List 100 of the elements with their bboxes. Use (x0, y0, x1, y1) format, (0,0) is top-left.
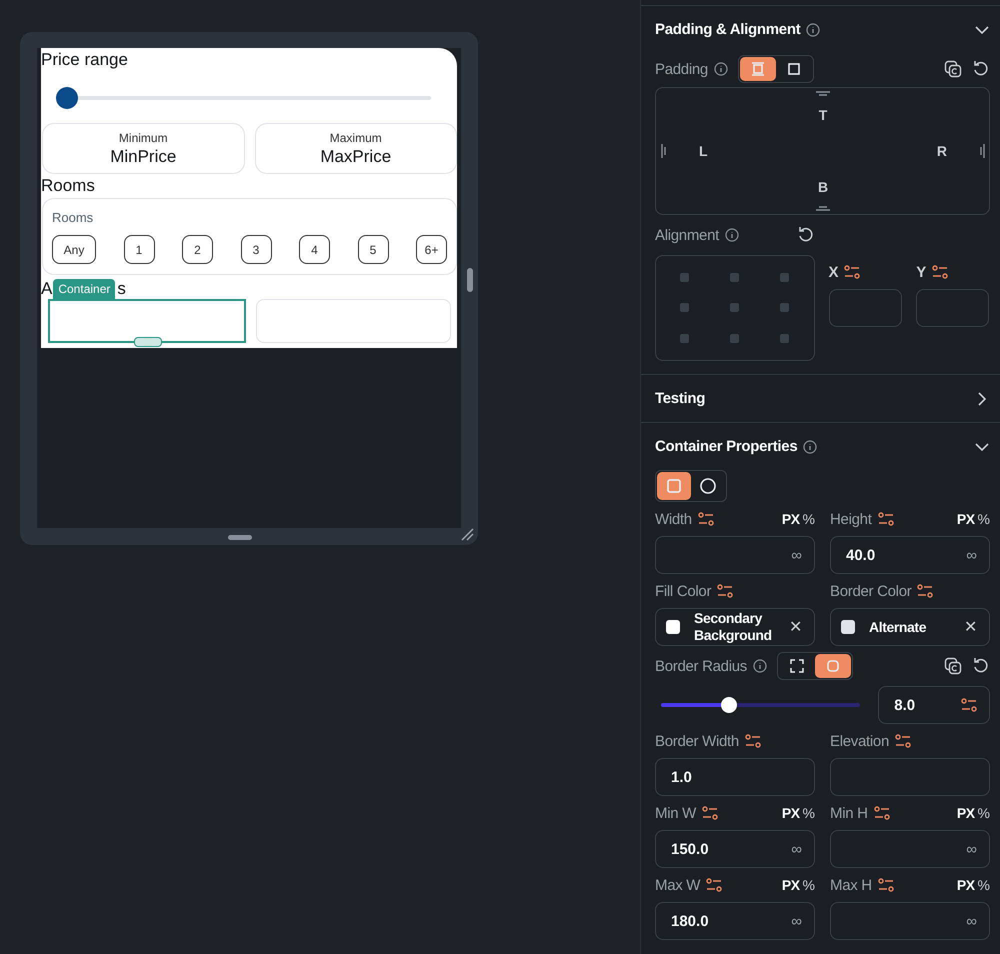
field-label: Max H (830, 876, 872, 894)
tune-icon[interactable] (702, 806, 718, 820)
field-label: Y (916, 264, 926, 280)
room-chip[interactable]: 4 (299, 235, 330, 264)
tune-icon[interactable] (917, 584, 934, 598)
room-chip[interactable]: 6+ (416, 235, 447, 264)
shape-button[interactable] (657, 472, 691, 500)
info-icon[interactable] (803, 440, 818, 454)
slider-thumb[interactable] (720, 697, 737, 713)
x-offset-field[interactable] (828, 289, 902, 327)
section-title: Testing (655, 390, 706, 407)
tune-icon[interactable] (961, 698, 977, 712)
mode-button[interactable] (814, 654, 851, 678)
square-icon (665, 477, 683, 495)
room-chip[interactable]: 3 (240, 235, 272, 264)
selection-tag: Container (53, 279, 116, 299)
field-label: Elevation (830, 732, 890, 750)
mode-button[interactable] (740, 57, 776, 81)
number-field[interactable] (830, 758, 990, 796)
top-edge-icon[interactable] (816, 91, 830, 97)
padding-sides-icon (750, 62, 765, 76)
percent-unit-option[interactable]: % (802, 805, 815, 821)
padding-right-field[interactable]: R (936, 143, 947, 159)
color-field[interactable]: Alternate ✕ (830, 608, 990, 646)
field-label: Height (830, 510, 872, 528)
field-label: Min W (655, 804, 696, 822)
tune-icon[interactable] (706, 878, 722, 892)
padding-left-field[interactable]: L (699, 143, 708, 159)
padding-top-field[interactable]: T (818, 107, 828, 123)
color-field[interactable]: Secondary Background ✕ (655, 608, 815, 646)
px-unit-option[interactable]: PX (956, 877, 975, 893)
px-unit-option[interactable]: PX (956, 805, 975, 821)
slider-thumb[interactable] (56, 87, 78, 109)
section-title-start: A (41, 278, 52, 299)
section-title: Padding & Alignment (655, 21, 800, 38)
tune-icon[interactable] (874, 806, 890, 820)
section-title: Price range (41, 49, 128, 70)
info-icon[interactable] (806, 22, 820, 36)
corners-icon (790, 659, 804, 673)
padding-bottom-field[interactable]: B (818, 179, 828, 195)
bottom-edge-icon[interactable] (816, 205, 830, 211)
number-field[interactable]: 8.0 (878, 686, 990, 724)
percent-unit-option[interactable]: % (978, 877, 990, 893)
field-label: Alignment (655, 226, 720, 244)
number-field[interactable]: 1.0 (655, 758, 815, 796)
price-field[interactable]: Maximum MaxPrice (254, 123, 457, 174)
resize-corner-icon[interactable] (460, 527, 474, 541)
tune-icon[interactable] (844, 265, 860, 279)
tune-icon[interactable] (698, 512, 714, 526)
px-unit-option[interactable]: PX (782, 511, 800, 527)
room-chip[interactable]: 5 (358, 235, 388, 264)
copy-icon[interactable] (944, 60, 962, 78)
info-icon[interactable] (752, 659, 767, 673)
tune-icon[interactable] (895, 734, 912, 748)
field-label: Padding (655, 60, 708, 78)
section-title: Container Properties (655, 438, 798, 455)
radius-slider[interactable] (661, 697, 860, 713)
reset-icon[interactable] (972, 60, 990, 78)
tune-icon[interactable] (932, 265, 948, 279)
left-edge-icon[interactable] (661, 144, 667, 158)
reset-icon[interactable] (797, 226, 816, 244)
px-unit-option[interactable]: PX (782, 877, 800, 893)
y-offset-field[interactable] (916, 289, 990, 327)
field-label: X (828, 264, 838, 280)
square-icon (786, 62, 801, 76)
tune-icon[interactable] (717, 584, 734, 598)
number-field[interactable]: ∞ (655, 536, 815, 574)
room-chip[interactable]: Any (52, 235, 96, 264)
number-field[interactable]: 180.0 ∞ (655, 902, 815, 940)
resize-handle[interactable] (228, 535, 252, 540)
right-edge-icon[interactable] (979, 144, 985, 158)
tune-icon[interactable] (744, 734, 761, 748)
field-label: Border Width (655, 732, 739, 750)
price-field[interactable]: Minimum MinPrice (42, 123, 244, 174)
section-title: Rooms (41, 175, 95, 196)
number-field[interactable]: ∞ (830, 830, 990, 868)
tune-icon[interactable] (878, 878, 894, 892)
percent-unit-option[interactable]: % (978, 511, 990, 527)
percent-unit-option[interactable]: % (802, 511, 815, 527)
resize-handle[interactable] (134, 337, 162, 347)
percent-unit-option[interactable]: % (802, 877, 815, 893)
room-chip[interactable]: 2 (182, 235, 213, 264)
number-field[interactable]: 150.0 ∞ (655, 830, 815, 868)
tune-icon[interactable] (878, 512, 894, 526)
px-unit-option[interactable]: PX (782, 805, 800, 821)
field-label: Border Radius (655, 658, 747, 674)
rounded-square-icon (826, 659, 840, 673)
number-field[interactable]: ∞ (830, 902, 990, 940)
info-icon[interactable] (725, 228, 740, 242)
copy-icon[interactable] (944, 657, 962, 675)
number-field[interactable]: 40.0 ∞ (830, 536, 990, 574)
info-icon[interactable] (714, 62, 728, 76)
reset-icon[interactable] (972, 657, 990, 675)
px-unit-option[interactable]: PX (956, 511, 975, 527)
room-chip[interactable]: 1 (124, 235, 154, 264)
field-label: Min H (830, 804, 868, 822)
resize-handle[interactable] (467, 268, 473, 292)
field-label: Fill Color (655, 582, 712, 600)
percent-unit-option[interactable]: % (978, 805, 990, 821)
field-label: Width (655, 510, 692, 528)
